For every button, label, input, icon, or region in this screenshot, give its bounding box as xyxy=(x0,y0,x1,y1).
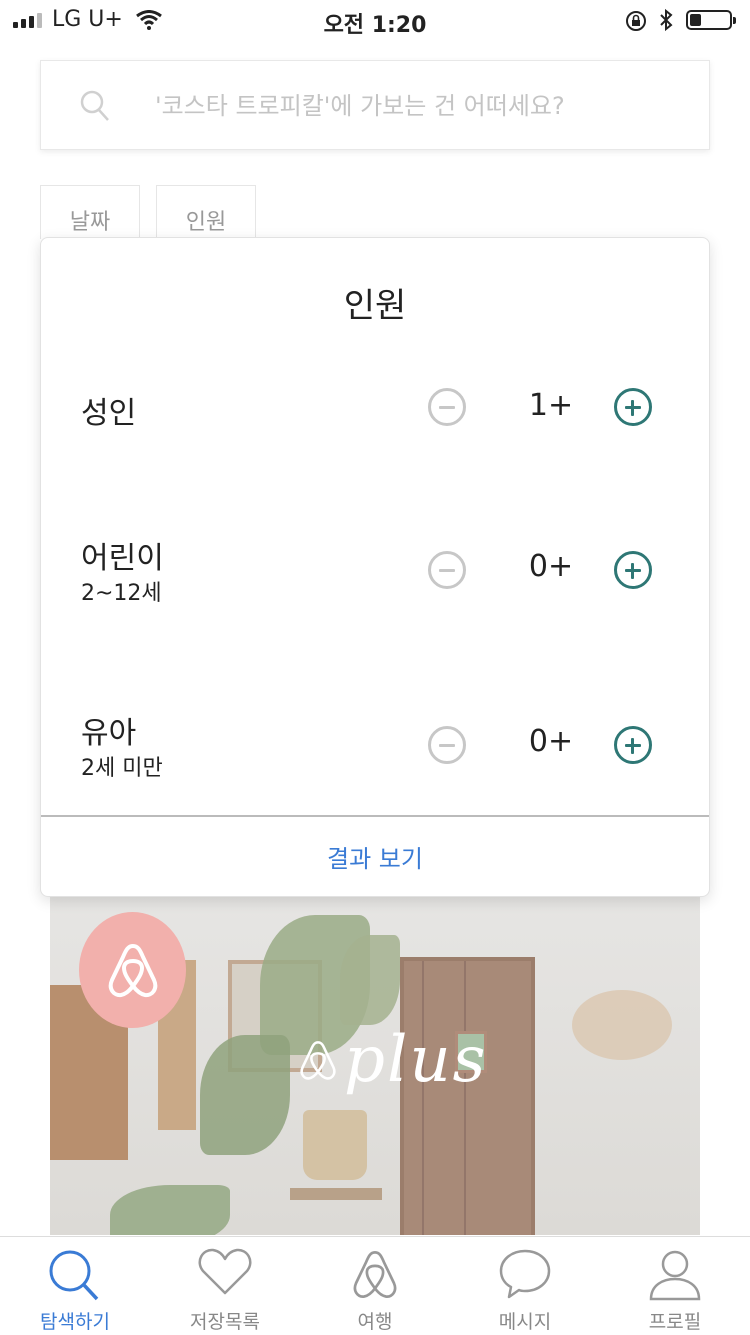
wooden-stool xyxy=(290,1188,382,1200)
airbnb-plus-promo-image[interactable]: plus xyxy=(50,895,700,1235)
rotation-lock-icon xyxy=(626,11,646,31)
date-filter-button[interactable]: 날짜 xyxy=(40,185,140,239)
plant-leaves xyxy=(110,1185,230,1235)
plant-leaves xyxy=(340,935,400,1025)
search-bar[interactable] xyxy=(40,60,710,150)
battery-icon xyxy=(686,10,736,30)
adults-count: 1+ xyxy=(528,388,574,423)
tab-label: 탐색하기 xyxy=(40,1311,110,1333)
popup-title: 인원 xyxy=(343,286,407,326)
tab-label: 저장목록 xyxy=(190,1311,260,1333)
guest-age-range: 2세 미만 xyxy=(81,756,163,781)
guest-row-adults: 성인 1+ xyxy=(41,388,709,478)
profile-icon xyxy=(649,1250,701,1301)
show-results-button[interactable]: 결과 보기 xyxy=(41,818,709,894)
airbnb-logo-icon xyxy=(108,944,157,998)
children-count: 0+ xyxy=(528,549,574,584)
airbnb-logo-badge xyxy=(79,912,186,1028)
status-bar: LG U+ 오전 1:20 xyxy=(0,0,750,40)
guests-filter-button[interactable]: 인원 xyxy=(156,185,256,239)
decrease-adults-button[interactable] xyxy=(428,388,466,426)
bluetooth-icon xyxy=(660,8,673,32)
infants-count: 0+ xyxy=(528,724,574,759)
guest-row-children: 어린이 2~12세 0+ xyxy=(41,533,709,623)
plus-brand-text: plus xyxy=(344,1023,488,1097)
battery-level xyxy=(690,14,701,26)
popup-divider xyxy=(41,815,709,817)
increase-children-button[interactable] xyxy=(614,551,652,589)
tab-messages[interactable]: 메시지 xyxy=(450,1237,600,1335)
tab-label: 프로필 xyxy=(648,1311,702,1333)
bottom-tab-bar: 탐색하기 저장목록 여행 메시지 프로필 xyxy=(0,1236,750,1335)
guest-type-label: 성인 xyxy=(81,396,137,431)
increase-infants-button[interactable] xyxy=(614,726,652,764)
guests-popup: 인원 성인 1+ 어린이 2~12세 0+ 유아 2세 미만 0+ 결과 보기 xyxy=(40,237,710,897)
tab-label: 메시지 xyxy=(498,1311,552,1333)
guest-type-label: 유아 xyxy=(81,716,137,751)
heart-icon xyxy=(198,1248,252,1295)
tab-profile[interactable]: 프로필 xyxy=(600,1237,750,1335)
search-input[interactable] xyxy=(153,83,677,129)
guest-age-range: 2~12세 xyxy=(81,581,162,606)
wall-hats xyxy=(572,990,672,1060)
decrease-children-button[interactable] xyxy=(428,551,466,589)
decrease-infants-button[interactable] xyxy=(428,726,466,764)
tab-saved[interactable]: 저장목록 xyxy=(150,1237,300,1335)
guest-row-infants: 유아 2세 미만 0+ xyxy=(41,708,709,798)
tab-explore[interactable]: 탐색하기 xyxy=(0,1237,150,1335)
hanging-basket xyxy=(303,1110,367,1180)
message-bubble-icon xyxy=(499,1249,551,1299)
search-icon xyxy=(49,1250,99,1301)
plant-leaves xyxy=(200,1035,290,1155)
airbnb-logo-icon xyxy=(353,1251,397,1298)
airbnb-plus-logo: plus xyxy=(298,1023,488,1097)
search-icon xyxy=(80,90,109,121)
tab-trips[interactable]: 여행 xyxy=(300,1237,450,1335)
airbnb-logo-icon xyxy=(300,1041,336,1080)
increase-adults-button[interactable] xyxy=(614,388,652,426)
guest-type-label: 어린이 xyxy=(81,541,164,576)
tab-label: 여행 xyxy=(357,1311,393,1333)
